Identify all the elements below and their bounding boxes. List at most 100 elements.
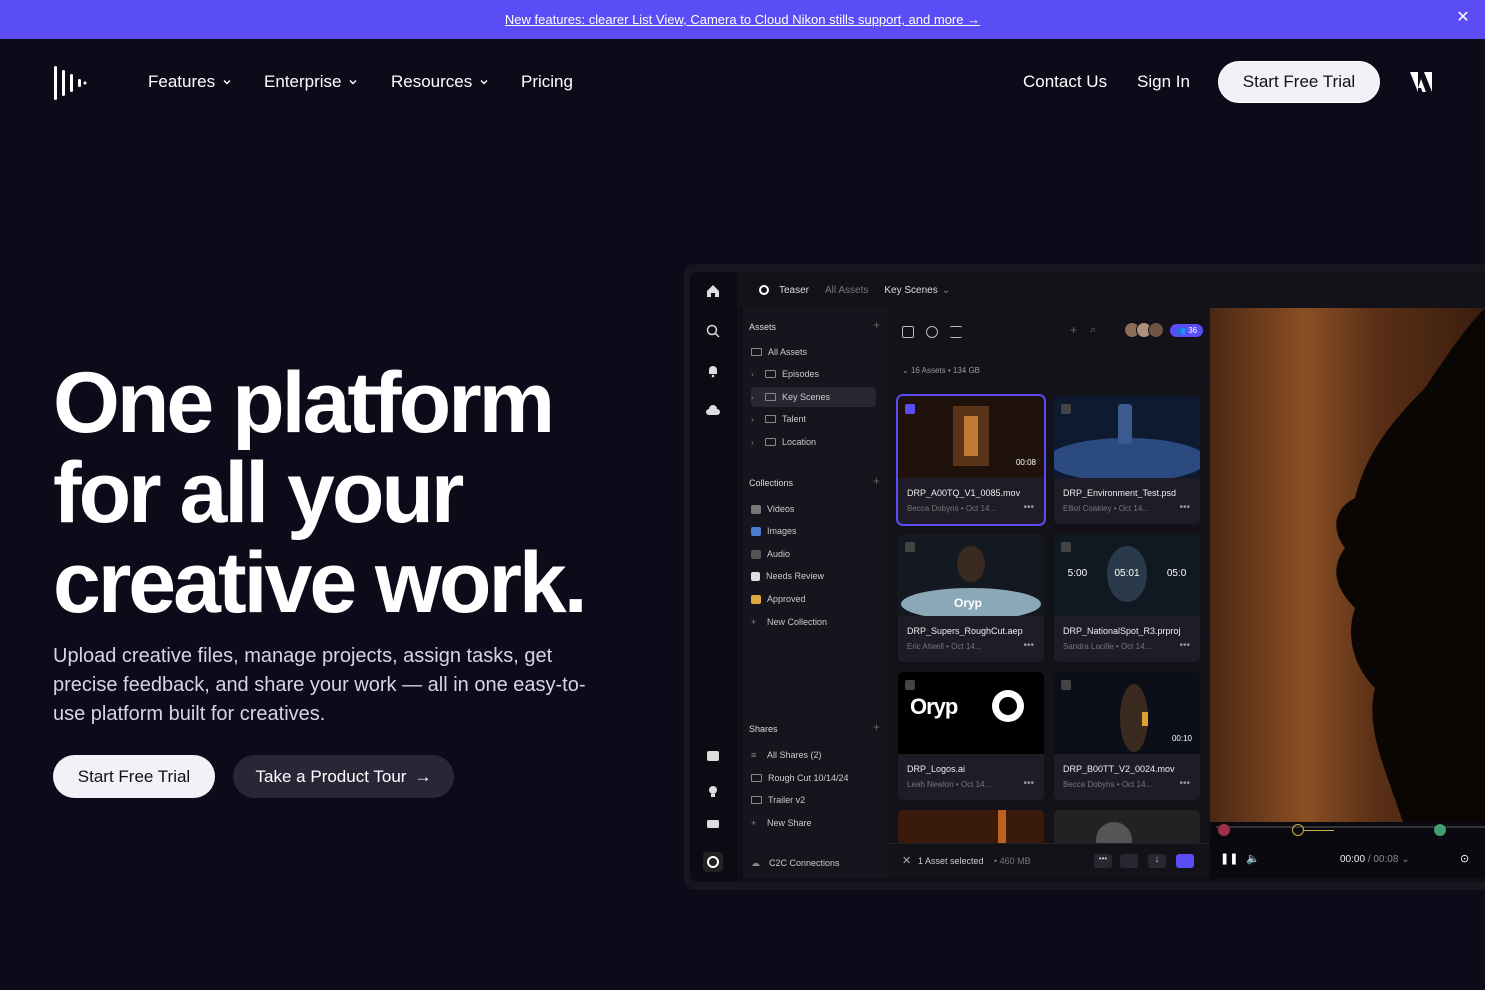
image-icon <box>751 526 761 536</box>
more-icon[interactable]: ••• <box>1023 640 1034 651</box>
checkbox[interactable] <box>1061 542 1071 552</box>
plus-icon: + <box>751 617 757 627</box>
lightbulb-icon <box>706 784 720 798</box>
asset-meta: Sandra Lucille • Oct 14... <box>1063 642 1152 651</box>
asset-card[interactable]: Oryp DRP_Logos.ai Leah Newlon • Oct 14..… <box>898 672 1044 800</box>
asset-card[interactable] <box>1054 810 1200 844</box>
sidebar-item-all-assets[interactable]: All Assets <box>751 342 876 362</box>
sidebar-item-label: Location <box>782 437 817 447</box>
sidebar-item-approved[interactable]: Approved <box>751 589 876 609</box>
sidebar-item-audio[interactable]: Audio <box>751 544 876 564</box>
chevron-right-icon: › <box>751 369 754 379</box>
sidebar-item-new-collection[interactable]: + New Collection <box>751 612 876 632</box>
checkbox[interactable] <box>1061 404 1071 414</box>
comment-marker[interactable] <box>1292 824 1304 836</box>
sidebar-item-label: New Share <box>767 818 812 828</box>
nav-pricing[interactable]: Pricing <box>521 72 573 92</box>
asset-card[interactable]: DRP_Environment_Test.psd Elliot Coakley … <box>1054 396 1200 524</box>
breadcrumb-all-assets[interactable]: All Assets <box>825 285 868 296</box>
breadcrumb-key-scenes[interactable]: Key Scenes <box>884 285 937 296</box>
sidebar-item-talent[interactable]: › Talent <box>751 409 876 429</box>
asset-card[interactable]: Oryp DRP_Supers_RoughCut.aep Eric Atwell… <box>898 534 1044 662</box>
nav-features[interactable]: Features <box>148 72 231 92</box>
asset-name: DRP_NationalSpot_R3.prproj <box>1063 626 1181 636</box>
contact-link[interactable]: Contact Us <box>1023 72 1107 92</box>
app-window: Teaser All Assets Key Scenes ⌄ Assets + … <box>690 272 1485 882</box>
timecode-current: 00:00 <box>1340 854 1366 865</box>
asset-thumbnail <box>898 810 1044 844</box>
sidebar-item-label: Talent <box>782 414 807 424</box>
viewer-image <box>1336 308 1485 828</box>
plus-icon[interactable]: + <box>873 318 880 332</box>
breadcrumb-teaser[interactable]: Teaser <box>779 285 809 296</box>
comment-marker[interactable] <box>1218 824 1230 836</box>
nav-enterprise[interactable]: Enterprise <box>264 72 357 92</box>
sidebar-item-location[interactable]: › Location <box>751 432 876 452</box>
list-icon: ≡ <box>751 750 757 760</box>
plus-icon[interactable]: + <box>1070 323 1077 337</box>
checkbox[interactable] <box>905 680 915 690</box>
asset-name: DRP_Environment_Test.psd <box>1063 488 1177 498</box>
comment-marker[interactable] <box>1434 824 1446 836</box>
sidebar-item-new-share[interactable]: + New Share <box>751 813 876 833</box>
brand-logo-icon[interactable] <box>53 64 87 102</box>
product-tour-button[interactable]: Take a Product Tour → <box>233 755 454 798</box>
more-icon[interactable]: ••• <box>1023 502 1034 513</box>
layout-icon[interactable] <box>902 326 914 338</box>
more-icon[interactable]: ••• <box>1179 502 1190 513</box>
sidebar-item-episodes[interactable]: › Episodes <box>751 364 876 384</box>
checkbox[interactable] <box>1061 680 1071 690</box>
checkbox[interactable] <box>905 404 915 414</box>
start-trial-button[interactable]: Start Free Trial <box>53 755 215 798</box>
filter-icon[interactable] <box>950 326 962 338</box>
sidebar-item-label: Rough Cut 10/14/24 <box>768 773 849 783</box>
asset-card[interactable]: 5:00 05:01 05:0 DRP_NationalSpot_R3.prpr… <box>1054 534 1200 662</box>
hero-title-line-1: One platform <box>53 355 555 451</box>
timeline-mark: 5:00 <box>1067 568 1088 579</box>
sidebar-item-c2c[interactable]: ☁ C2C Connections <box>751 853 876 873</box>
start-trial-button-top[interactable]: Start Free Trial <box>1218 61 1380 103</box>
pause-icon[interactable]: ❚❚ <box>1220 852 1238 865</box>
plus-icon[interactable]: + <box>873 720 880 734</box>
location-pin-icon[interactable]: ⊙ <box>1460 852 1469 865</box>
asset-meta: Becca Dobyns • Oct 14... <box>1063 780 1153 789</box>
sidebar-item-key-scenes[interactable]: › Key Scenes <box>751 387 876 407</box>
sidebar-item-rough-cut[interactable]: Rough Cut 10/14/24 <box>751 768 876 788</box>
more-icon[interactable]: ••• <box>1023 778 1034 789</box>
checkbox[interactable] <box>905 542 915 552</box>
nav-resources[interactable]: Resources <box>391 72 488 92</box>
search-icon[interactable]: ⌕ <box>1090 324 1096 337</box>
sidebar-item-trailer[interactable]: Trailer v2 <box>751 790 876 810</box>
download-icon[interactable]: ↓ <box>1148 854 1166 868</box>
announcement-banner: New features: clearer List View, Camera … <box>0 0 1485 39</box>
more-icon[interactable]: ••• <box>1094 854 1112 868</box>
sidebar-item-all-shares[interactable]: ≡ All Shares (2) <box>751 745 876 765</box>
media-viewer: ❚❚ 🔈 00:00 / 00:08 ⌄ ⊙ <box>1210 308 1485 878</box>
asset-card[interactable] <box>898 810 1044 844</box>
plus-icon[interactable]: + <box>873 474 880 488</box>
sidebar-item-needs-review[interactable]: Needs Review <box>751 566 876 586</box>
more-icon[interactable]: ••• <box>1179 640 1190 651</box>
volume-icon[interactable]: 🔈 <box>1246 852 1260 865</box>
sidebar-item-images[interactable]: Images <box>751 521 876 541</box>
sidebar-item-videos[interactable]: Videos <box>751 499 876 519</box>
more-icon[interactable]: ••• <box>1179 778 1190 789</box>
asset-card[interactable]: 00:10 DRP_B00TT_V2_0024.mov Becca Dobyns… <box>1054 672 1200 800</box>
asset-name: DRP_Supers_RoughCut.aep <box>907 626 1023 636</box>
chevron-right-icon: › <box>751 414 754 424</box>
members-avatars[interactable]: 👥 36 <box>1124 322 1204 338</box>
share-icon[interactable] <box>1176 854 1194 868</box>
adobe-logo-icon[interactable] <box>1410 72 1432 92</box>
sidebar-item-label: All Shares (2) <box>767 750 822 760</box>
close-icon[interactable]: ✕ <box>1455 10 1471 26</box>
folder-icon <box>751 348 762 356</box>
compare-icon[interactable] <box>1120 854 1138 868</box>
asset-card[interactable]: 00:08 DRP_A00TQ_V1_0085.mov Becca Dobyns… <box>896 394 1046 526</box>
sort-icon[interactable] <box>926 326 938 338</box>
assets-section-title: Assets <box>749 322 777 332</box>
asset-thumbnail <box>1054 396 1200 478</box>
announcement-link[interactable]: New features: clearer List View, Camera … <box>505 12 980 27</box>
members-count: 36 <box>1188 325 1198 335</box>
sign-in-link[interactable]: Sign In <box>1137 72 1190 92</box>
close-icon[interactable]: ✕ <box>902 854 911 867</box>
